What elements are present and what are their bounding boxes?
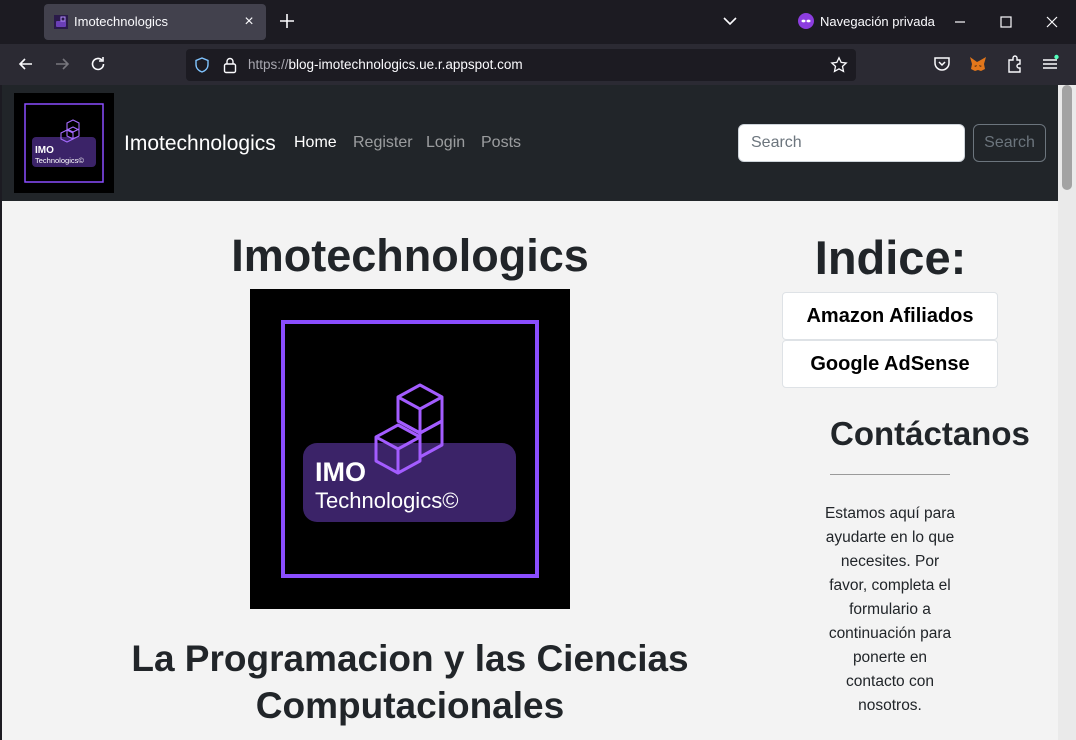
private-label: Navegación privada [820, 13, 935, 29]
brand-logo-text-1: IMO [35, 145, 54, 156]
close-tab-icon[interactable]: × [240, 13, 258, 31]
page-title: Imotechnologics [231, 230, 589, 281]
index-title: Indice: [814, 231, 967, 284]
brand-logo[interactable]: IMO Technologics© [14, 93, 114, 193]
bookmark-star-icon[interactable] [830, 56, 848, 74]
back-arrow-icon[interactable] [16, 54, 36, 74]
address-bar[interactable]: https://blog-imotechnologics.ue.r.appspo… [186, 49, 856, 81]
minimize-icon[interactable] [950, 12, 970, 32]
chevron-down-icon[interactable] [721, 12, 739, 30]
browser-tab[interactable]: Imotechnologics × [44, 4, 266, 40]
divider [830, 474, 950, 475]
tab-title: Imotechnologics [74, 14, 168, 29]
tracking-protection-shield-icon[interactable] [194, 57, 210, 73]
brand-name[interactable]: Imotechnologics [124, 132, 276, 156]
extensions-puzzle-icon[interactable] [1005, 54, 1025, 74]
main-logo-text-1: IMO [315, 457, 366, 487]
browser-toolbar: https://blog-imotechnologics.ue.r.appspo… [0, 44, 1076, 85]
google-adsense-button[interactable]: Google AdSense [782, 340, 998, 388]
search-input[interactable] [738, 124, 965, 162]
private-browsing-indicator: Navegación privada [798, 13, 935, 29]
main-logo-text-2: Technologics© [315, 488, 458, 513]
contact-title: Contáctanos [830, 415, 1030, 452]
private-mask-icon [798, 13, 814, 29]
new-tab-icon[interactable] [276, 10, 298, 32]
close-window-icon[interactable] [1042, 12, 1062, 32]
scrollbar-thumb[interactable] [1062, 85, 1072, 190]
web-page: IMO Technologics© Imotechnologics Home R… [2, 85, 1058, 740]
hamburger-menu-icon[interactable] [1040, 54, 1060, 74]
search-button[interactable]: Search [973, 124, 1046, 162]
nav-link-register[interactable]: Register [353, 134, 413, 152]
brand-logo-text-2: Technologics© [35, 156, 84, 165]
amazon-affiliates-button[interactable]: Amazon Afiliados [782, 292, 998, 340]
nav-link-posts[interactable]: Posts [481, 134, 521, 152]
page-subtitle: La Programacion y las Ciencias Computaci… [131, 638, 689, 726]
reload-icon[interactable] [88, 54, 108, 74]
site-favicon-icon [54, 15, 68, 29]
metamask-fox-icon[interactable] [968, 54, 988, 74]
site-navbar: IMO Technologics© Imotechnologics Home R… [2, 85, 1058, 201]
pocket-icon[interactable] [932, 54, 952, 74]
nav-link-home[interactable]: Home [294, 134, 337, 152]
main-logo-image: IMO Technologics© [250, 289, 570, 609]
lock-icon[interactable] [222, 56, 238, 74]
maximize-icon[interactable] [996, 12, 1016, 32]
contact-description: Estamos aquí para ayudarte en lo que nec… [824, 505, 956, 714]
page-scrollbar[interactable] [1058, 85, 1076, 740]
url-text: https://blog-imotechnologics.ue.r.appspo… [248, 57, 523, 72]
browser-tab-bar: Imotechnologics × Navegación privada [0, 0, 1076, 44]
nav-link-login[interactable]: Login [426, 134, 465, 152]
forward-arrow-icon[interactable] [52, 54, 72, 74]
